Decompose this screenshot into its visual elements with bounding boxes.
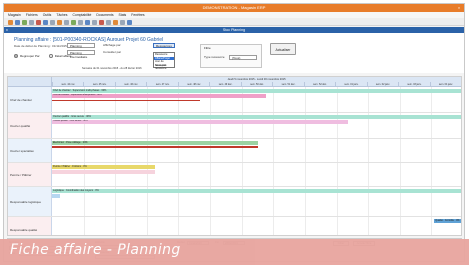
gantt-row-track: Ouvrier qualifié · Gros œuvre · 40% Ouvri… (52, 113, 461, 138)
gantt-corner (8, 77, 52, 87)
gantt-row: Peintre / Plâtrier Peintre / Plâtrier · F… (8, 163, 461, 187)
invoice-icon[interactable] (113, 19, 118, 25)
gantt-row-label: Ouvrier spécialisé (8, 139, 52, 162)
gantt-task-bar[interactable]: Chef de chantier · Supervision multi-pha… (52, 94, 266, 98)
planning-start-date: Date de début de Planning : 01/11/2015 (14, 44, 67, 48)
radio-group-by-label: Regrouper Par (20, 54, 40, 58)
calendar-icon[interactable] (50, 19, 55, 25)
save-icon[interactable] (22, 19, 27, 25)
gantt-row: Ouvrier spécialisé Electricien · Pose câb… (8, 139, 461, 163)
gantt-row-track: Chef de chantier · Supervision multi-pha… (52, 87, 461, 112)
gantt-row-track: Qualité · Contrôle · 0% (52, 217, 461, 235)
search-icon[interactable] (43, 19, 48, 25)
gantt-chart: Jeudi 5 novembre 2015 - Lundi 30 novembr… (7, 76, 462, 236)
gantt-task-bar[interactable]: Logistique · Coordination des moyens · 0… (52, 189, 461, 194)
print-icon[interactable] (29, 19, 34, 25)
document-icon[interactable] (71, 19, 76, 25)
display-by-label: Affichage par (103, 43, 121, 47)
grouping-radios: Regrouper Par Détail affaire (14, 54, 71, 58)
gantt-header: Jeudi 5 novembre 2015 - Lundi 30 novembr… (52, 77, 461, 87)
gantt-row-label: Peintre / Plâtrier (8, 163, 52, 186)
chart-icon[interactable] (57, 19, 62, 25)
actualiser-button[interactable]: Actualiser (270, 43, 296, 55)
dropdown-option[interactable]: Sous-part ressource (154, 64, 174, 71)
users-icon[interactable] (64, 19, 69, 25)
home-icon[interactable] (8, 19, 13, 25)
gantt-row-track: Logistique · Coordination des moyens · 0… (52, 187, 461, 216)
gantt-task-bar[interactable] (52, 170, 155, 174)
main-toolbar (4, 18, 464, 26)
gantt-task-bar[interactable] (52, 146, 258, 148)
radio-detail-affaire[interactable] (48, 54, 53, 58)
gantt-row: Responsable logistique Logistique · Coord… (8, 187, 461, 217)
filter-group: Filtre Type ressource (Tous) (200, 44, 262, 68)
consult-by-label: Consulter par (103, 50, 122, 54)
report-icon[interactable] (120, 19, 125, 25)
caption-banner: Fiche affaire - Planning (0, 239, 469, 265)
settings-icon[interactable] (85, 19, 90, 25)
gantt-task-bar[interactable]: Peintre / Plâtrier · Finitions · 0% (52, 165, 155, 170)
gantt-task-bar[interactable]: Chef de chantier · Supervision multi-pha… (52, 89, 461, 94)
filter-type-select[interactable]: (Tous) (229, 55, 257, 60)
gantt-row-label: Chef de chantier (8, 87, 52, 112)
gantt-task-bar[interactable]: Ouvrier qualifié · Gros œuvre · 40% (52, 120, 348, 124)
gantt-row-track: Peintre / Plâtrier · Finitions · 0% (52, 163, 461, 186)
caption-text: Fiche affaire - Planning (10, 242, 181, 258)
document-title: Stoc Planning (222, 28, 246, 32)
planning-select[interactable]: Planning (67, 43, 95, 48)
gantt-task-bar[interactable] (52, 99, 200, 101)
gantt-row-label: Responsable logistique (8, 187, 52, 216)
window-title: DEMONSTRATION - Magasin ERP (202, 5, 266, 10)
gantt-task-bar[interactable]: Qualité · Contrôle · 0% (434, 219, 461, 224)
mail-icon[interactable] (78, 19, 83, 25)
filter-type-label: Type ressource (204, 55, 225, 59)
filter-legend: Filtre (204, 46, 211, 50)
app-window: DEMONSTRATION - Magasin ERP × Magasin Fi… (3, 3, 465, 262)
gantt-row: Responsable qualité Qualité · Contrôle · … (8, 217, 461, 235)
window-titlebar: DEMONSTRATION - Magasin ERP × (4, 4, 464, 12)
truck-icon[interactable] (106, 19, 111, 25)
gantt-row-label: Ouvrier qualifié (8, 113, 52, 138)
gantt-row: Chef de chantier Chef de chantier · Super… (8, 87, 461, 113)
period-text: Semaine du 01 novembre 2015 - Au 28 févr… (82, 67, 142, 70)
help-icon[interactable] (127, 19, 132, 25)
gantt-row-track: Electricien · Pose câblage · 20% (52, 139, 461, 162)
delete-icon[interactable] (36, 19, 41, 25)
alert-icon[interactable] (99, 19, 104, 25)
gantt-row: Ouvrier qualifié Ouvrier qualifié · Gros … (8, 113, 461, 139)
window-close-icon[interactable]: × (457, 4, 461, 12)
gantt-task-bar[interactable] (52, 194, 61, 198)
radio-group-by[interactable] (14, 54, 18, 58)
gantt-task-bar[interactable]: Ouvrier qualifié · Gros œuvre · 40% (52, 115, 461, 120)
mode-select[interactable]: Planning intermédiaire (67, 50, 95, 59)
stock-icon[interactable] (92, 19, 97, 25)
gantt-row-label: Responsable qualité (8, 217, 52, 235)
gantt-task-bar[interactable]: Electricien · Pose câblage · 20% (52, 141, 258, 146)
resource-select[interactable]: Ressources (153, 43, 175, 48)
resource-dropdown-list: Ressource Affaire/Projet Jour de ressour… (153, 52, 175, 71)
folder-icon[interactable] (15, 19, 20, 25)
